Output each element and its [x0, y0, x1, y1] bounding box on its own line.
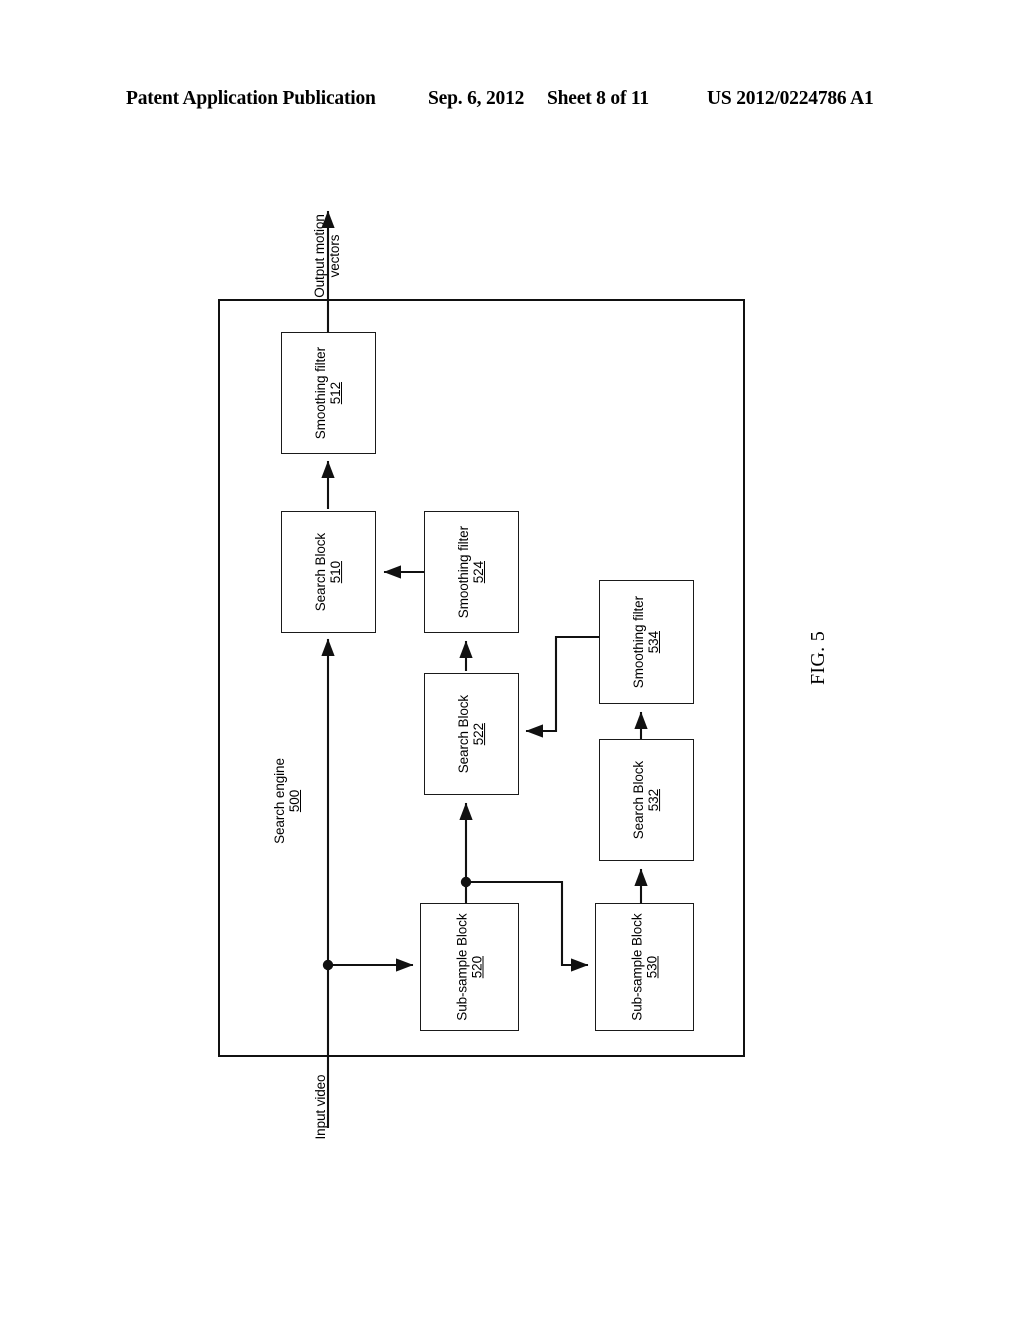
search-engine-name: Search engine: [272, 758, 287, 844]
block-sub-sample-block-530-name: Sub-sample Block: [629, 913, 645, 1021]
block-smoothing-filter-524-name: Smoothing filter: [456, 525, 472, 619]
search-engine-label: Search engine 500: [272, 746, 302, 856]
output-label-line1: Output motion: [312, 214, 327, 298]
block-smoothing-filter-512-label: Smoothing filter 512: [313, 347, 343, 439]
block-search-block-510-label: Search Block 510: [313, 533, 343, 611]
block-sub-sample-block-530-label: Sub-sample Block 530: [629, 913, 659, 1020]
block-search-block-522: Search Block 522: [424, 673, 519, 795]
block-search-block-510-name: Search Block: [313, 532, 329, 612]
figure-caption: FIG. 5: [807, 630, 829, 686]
figure-5-diagram: Search engine 500 Output motion vectors …: [0, 0, 1024, 1320]
block-search-block-532-label: Search Block 532: [631, 761, 661, 839]
block-sub-sample-block-520: Sub-sample Block 520: [420, 903, 519, 1031]
search-engine-ref: 500: [287, 789, 303, 813]
block-sub-sample-block-520-ref: 520: [469, 955, 485, 979]
block-sub-sample-block-520-name: Sub-sample Block: [454, 913, 470, 1021]
block-smoothing-filter-524-ref: 524: [471, 560, 487, 584]
block-smoothing-filter-512-ref: 512: [328, 381, 344, 405]
block-sub-sample-block-530: Sub-sample Block 530: [595, 903, 694, 1031]
block-smoothing-filter-512-name: Smoothing filter: [313, 346, 329, 440]
input-video-label: Input video: [313, 1074, 328, 1140]
block-search-block-522-label: Search Block 522: [456, 695, 486, 773]
block-smoothing-filter-524-label: Smoothing filter 524: [456, 526, 486, 618]
block-sub-sample-block-530-ref: 530: [644, 955, 660, 979]
block-search-block-532-name: Search Block: [631, 760, 647, 840]
block-search-block-532: Search Block 532: [599, 739, 694, 861]
block-smoothing-filter-534-ref: 534: [646, 630, 662, 654]
block-smoothing-filter-534: Smoothing filter 534: [599, 580, 694, 704]
block-smoothing-filter-512: Smoothing filter 512: [281, 332, 376, 454]
block-search-block-532-ref: 532: [646, 788, 662, 812]
block-search-block-510-ref: 510: [328, 560, 344, 584]
output-label-line2: vectors: [327, 234, 343, 278]
output-motion-vectors-label: Output motion vectors: [312, 196, 344, 316]
block-search-block-522-name: Search Block: [456, 694, 472, 774]
block-smoothing-filter-524: Smoothing filter 524: [424, 511, 519, 633]
block-sub-sample-block-520-label: Sub-sample Block 520: [454, 913, 484, 1020]
block-smoothing-filter-534-label: Smoothing filter 534: [631, 596, 661, 688]
block-smoothing-filter-534-name: Smoothing filter: [631, 595, 647, 689]
block-search-block-510: Search Block 510: [281, 511, 376, 633]
block-search-block-522-ref: 522: [471, 722, 487, 746]
